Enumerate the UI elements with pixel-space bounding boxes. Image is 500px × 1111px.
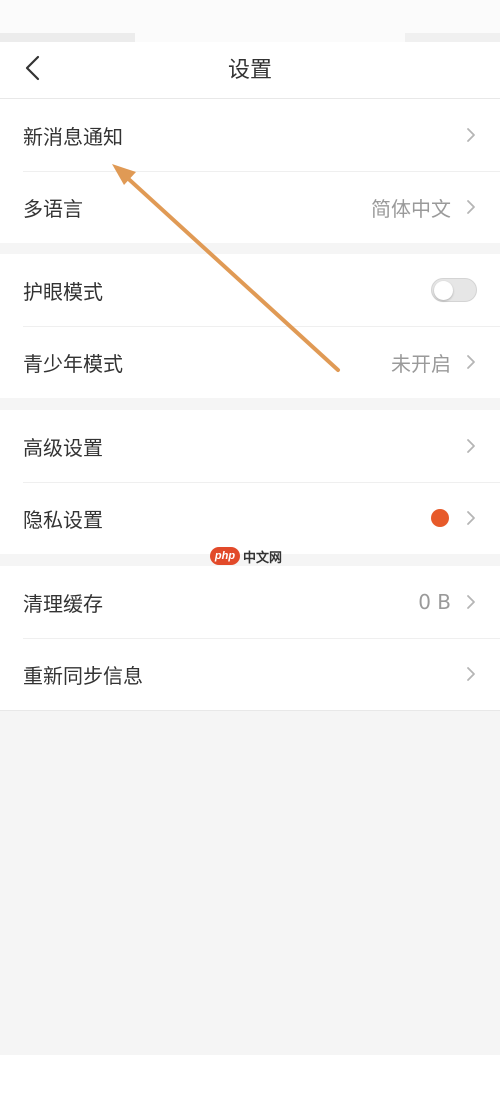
notification-dot: [431, 509, 449, 527]
toggle-knob: [434, 281, 453, 300]
eye-protection-toggle[interactable]: [431, 278, 477, 302]
settings-item-label: 清理缓存: [23, 591, 103, 616]
chevron-right-icon: [465, 509, 477, 527]
chevron-right-icon: [465, 126, 477, 144]
settings-item-advanced-settings[interactable]: 高级设置: [0, 410, 500, 482]
chevron-right-icon: [465, 353, 477, 371]
settings-item-label: 隐私设置: [23, 507, 103, 532]
settings-item-language[interactable]: 多语言 简体中文: [0, 171, 500, 243]
bottom-area: [0, 1055, 500, 1111]
settings-item-resync-info[interactable]: 重新同步信息: [0, 638, 500, 710]
settings-item-clear-cache[interactable]: 清理缓存 0 B: [0, 566, 500, 638]
status-bar: [0, 0, 500, 42]
chevron-right-icon: [465, 198, 477, 216]
settings-group-notifications: 新消息通知 多语言 简体中文: [0, 99, 500, 243]
settings-item-label: 重新同步信息: [23, 663, 143, 688]
settings-group-advanced: 高级设置 隐私设置: [0, 410, 500, 554]
status-bar-segment-right: [405, 33, 500, 42]
settings-item-label: 护眼模式: [23, 279, 103, 304]
settings-group-cache: 清理缓存 0 B 重新同步信息: [0, 566, 500, 711]
chevron-right-icon: [465, 665, 477, 683]
settings-item-label: 新消息通知: [23, 124, 123, 149]
settings-item-teen-mode[interactable]: 青少年模式 未开启: [0, 326, 500, 398]
settings-item-value: 简体中文: [371, 196, 451, 221]
settings-item-label: 高级设置: [23, 435, 103, 460]
settings-item-label: 多语言: [23, 196, 83, 221]
settings-item-value: 未开启: [391, 351, 451, 376]
watermark-text: 中文网: [243, 550, 283, 566]
status-bar-segment-left: [0, 33, 135, 42]
settings-group-modes: 护眼模式 青少年模式 未开启: [0, 254, 500, 398]
settings-item-new-message-notification[interactable]: 新消息通知: [0, 99, 500, 171]
nav-header: 设置: [0, 42, 500, 99]
settings-item-privacy-settings[interactable]: 隐私设置: [0, 482, 500, 554]
chevron-right-icon: [465, 437, 477, 455]
settings-item-eye-protection: 护眼模式: [0, 254, 500, 326]
page-title: 设置: [227, 58, 272, 83]
chevron-right-icon: [465, 593, 477, 611]
watermark: php 中文网: [210, 545, 290, 567]
settings-item-label: 青少年模式: [23, 351, 123, 376]
settings-item-value: 0 B: [418, 590, 451, 614]
watermark-brand: php: [210, 547, 240, 565]
